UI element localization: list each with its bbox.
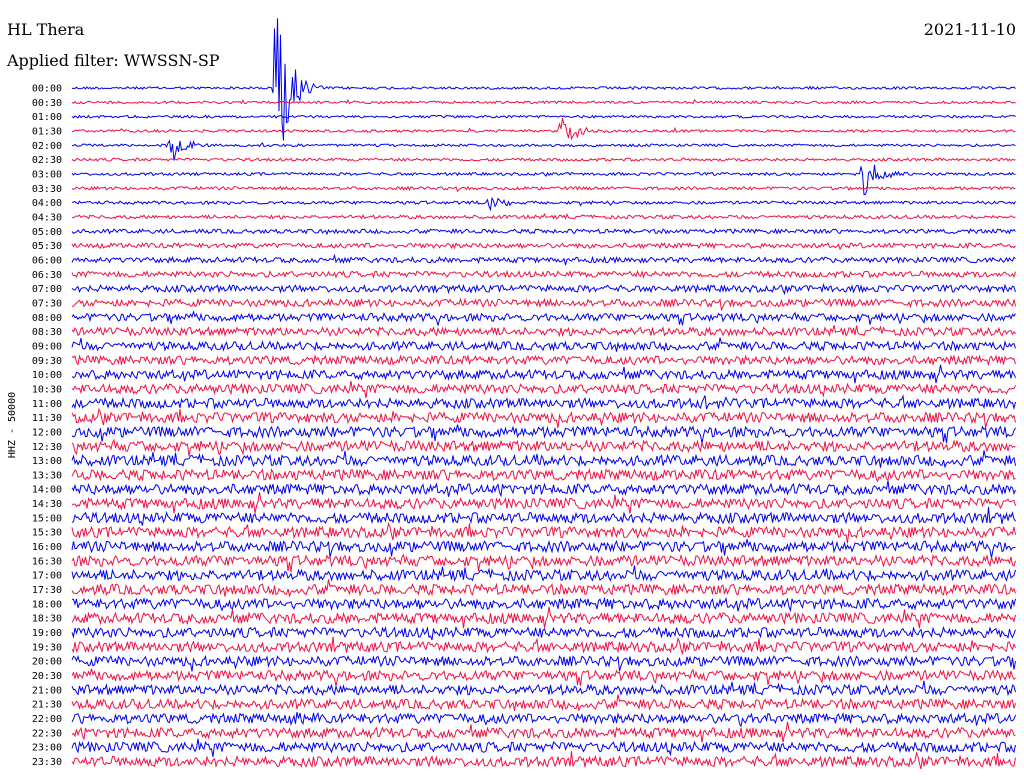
time-label: 16:30 [32, 556, 62, 567]
seismic-trace [71, 98, 1016, 105]
time-label: 02:00 [32, 141, 62, 152]
time-label: 04:30 [32, 212, 62, 223]
seismic-trace [71, 480, 1016, 498]
seismic-trace [71, 157, 1016, 162]
seismic-trace [71, 310, 1016, 326]
time-label: 05:30 [32, 241, 62, 252]
seismic-trace [71, 282, 1016, 296]
time-label: 02:30 [32, 155, 62, 166]
time-label-layer: 00:00 00:30 01:00 01:30 02:00 02:30 03:00 03:30… [32, 84, 62, 769]
seismic-trace [71, 164, 1016, 196]
channel-label: HHZ - 50000 [7, 392, 18, 458]
seismic-trace [71, 253, 1016, 266]
seismic-trace [71, 521, 1016, 544]
time-label: 20:00 [32, 657, 62, 668]
time-label: 23:30 [32, 757, 62, 768]
time-label: 18:30 [32, 614, 62, 625]
seismic-trace [71, 680, 1016, 697]
time-label: 22:30 [32, 728, 62, 739]
seismic-trace [71, 721, 1016, 743]
time-label: 12:00 [32, 427, 62, 438]
seismic-trace [71, 539, 1016, 558]
seismic-trace [71, 18, 1016, 141]
time-label: 15:30 [32, 528, 62, 539]
time-label: 14:00 [32, 485, 62, 496]
seismic-trace [71, 394, 1016, 411]
seismic-trace [71, 196, 1016, 212]
seismic-trace [71, 114, 1016, 119]
time-label: 11:30 [32, 413, 62, 424]
time-label: 19:30 [32, 642, 62, 653]
seismic-trace [71, 242, 1016, 251]
seismic-trace [71, 407, 1016, 429]
seismic-trace [71, 364, 1016, 384]
time-label: 17:00 [32, 571, 62, 582]
time-label: 22:00 [32, 714, 62, 725]
seismic-trace [71, 324, 1016, 338]
seismic-trace [71, 450, 1016, 469]
seismic-trace [71, 668, 1016, 687]
time-label: 07:00 [32, 284, 62, 295]
seismic-trace [71, 424, 1016, 444]
time-label: 17:30 [32, 585, 62, 596]
seismic-trace [71, 380, 1016, 399]
time-label: 00:00 [32, 84, 62, 95]
time-label: 14:30 [32, 499, 62, 510]
trace-layer [71, 18, 1016, 770]
seismic-trace [71, 212, 1016, 220]
time-label: 07:30 [32, 298, 62, 309]
time-label: 21:30 [32, 700, 62, 711]
seismic-trace [71, 579, 1016, 598]
time-label: 10:30 [32, 384, 62, 395]
seismic-trace [71, 507, 1016, 526]
time-label: 01:30 [32, 126, 62, 137]
seismic-trace [71, 694, 1016, 712]
seismic-trace [71, 269, 1016, 279]
time-label: 18:00 [32, 599, 62, 610]
seismic-trace [72, 139, 1016, 161]
seismic-trace [71, 738, 1016, 757]
time-label: 04:00 [32, 198, 62, 209]
seismic-trace [71, 606, 1016, 629]
seismic-trace [71, 185, 1016, 193]
time-label: 00:30 [32, 98, 62, 109]
time-label: 03:30 [32, 184, 62, 195]
seismic-trace [71, 354, 1016, 367]
time-label: 20:30 [32, 671, 62, 682]
seismic-trace [71, 636, 1016, 655]
seismic-trace [71, 297, 1016, 311]
time-label: 08:00 [32, 313, 62, 324]
time-label: 13:30 [32, 470, 62, 481]
seismic-trace [71, 625, 1016, 641]
time-label: 08:30 [32, 327, 62, 338]
time-label: 11:00 [32, 399, 62, 410]
seismic-trace [71, 596, 1016, 613]
time-label: 05:00 [32, 227, 62, 238]
time-label: 10:00 [32, 370, 62, 381]
seismic-trace [71, 468, 1016, 483]
helicorder-plot: 00:00 00:30 01:00 01:30 02:00 02:30 03:00 03:30… [7, 18, 1016, 770]
seismic-trace [71, 492, 1016, 514]
time-label: 06:30 [32, 270, 62, 281]
seismic-trace [71, 711, 1016, 728]
time-label: 23:00 [32, 743, 62, 754]
seismic-trace [71, 227, 1016, 236]
time-label: 09:00 [32, 341, 62, 352]
seismic-trace [71, 438, 1016, 457]
seismic-trace [71, 654, 1016, 672]
seismic-trace [71, 553, 1016, 572]
time-label: 19:00 [32, 628, 62, 639]
time-label: 12:30 [32, 442, 62, 453]
time-label: 09:30 [32, 356, 62, 367]
seismic-trace [71, 337, 1016, 352]
time-label: 06:00 [32, 255, 62, 266]
time-label: 15:00 [32, 513, 62, 524]
time-label: 16:00 [32, 542, 62, 553]
time-label: 13:00 [32, 456, 62, 467]
time-label: 03:00 [32, 169, 62, 180]
time-label: 01:00 [32, 112, 62, 123]
time-label: 21:00 [32, 685, 62, 696]
seismic-trace [71, 565, 1016, 583]
seismic-trace [71, 117, 1016, 141]
